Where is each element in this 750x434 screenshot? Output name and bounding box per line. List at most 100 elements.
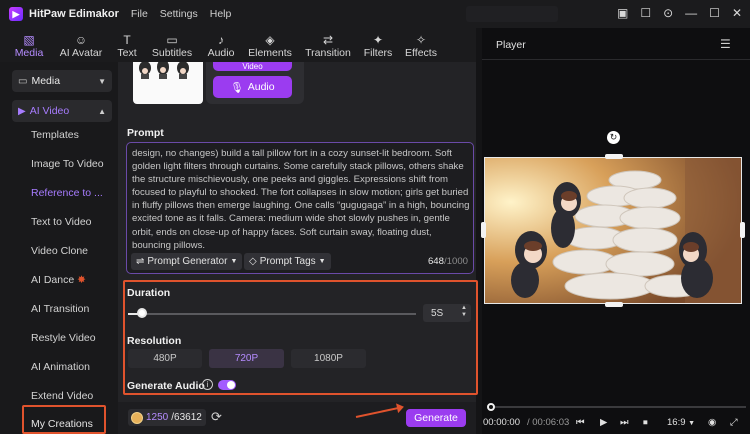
menu-settings[interactable]: Settings — [160, 8, 198, 20]
duration-title: Duration — [127, 287, 171, 299]
credits-badge: 1250/63612 — [128, 409, 206, 426]
snapshot-icon[interactable]: ◉ — [708, 417, 716, 428]
title-bar: ▶ HitPaw Edimakor File Settings Help ▣ ☐… — [0, 0, 750, 28]
resize-handle-top[interactable] — [605, 154, 623, 159]
prompt-title: Prompt — [127, 127, 164, 139]
tab-text[interactable]: T Text — [110, 33, 144, 62]
dance-icon: ✸ — [77, 274, 86, 286]
subtitles-icon: ▭ — [166, 33, 178, 47]
text-icon: T — [123, 33, 131, 47]
timeline-scrubber[interactable] — [490, 406, 746, 408]
sidebar-item-ai-dance[interactable]: AI Dance ✸ — [31, 274, 86, 286]
my-creations-highlight — [22, 405, 106, 434]
next-frame-icon[interactable]: ⏭ — [620, 417, 629, 428]
tab-transition[interactable]: ⇄ Transition — [298, 33, 358, 62]
previous-frame-icon[interactable]: ⏮ — [576, 417, 585, 428]
duration-slider[interactable] — [128, 313, 416, 315]
duration-stepper[interactable]: 5S ▲ ▼ — [423, 304, 471, 322]
sidebar-item-templates[interactable]: Templates — [31, 129, 79, 141]
tab-ai-avatar[interactable]: ☺ AI Avatar — [52, 33, 110, 62]
resize-handle-bottom[interactable] — [605, 302, 623, 307]
ai-video-icon: ▶ — [18, 105, 26, 117]
tab-audio[interactable]: ♪ Audio — [200, 33, 242, 62]
caret-down-icon: ▼ — [688, 420, 696, 427]
reference-image — [139, 59, 189, 79]
resolution-480p[interactable]: 480P — [128, 349, 202, 368]
tab-effects[interactable]: ✧ Effects — [398, 33, 444, 62]
prompt-text[interactable]: design, no changes) build a tall pillow … — [132, 147, 470, 252]
expand-icon[interactable]: ⤢ — [730, 417, 738, 428]
layout-icon[interactable]: ▣ — [617, 6, 628, 20]
media-icon: ▧ — [23, 33, 35, 47]
video-button[interactable]: Video — [213, 62, 292, 71]
close-icon[interactable]: ✕ — [732, 6, 742, 20]
generator-icon: ⇌ — [136, 256, 145, 267]
titlebar-blank-field — [466, 6, 558, 22]
tab-elements[interactable]: ◈ Elements — [242, 33, 298, 62]
sidebar-item-image-to-video[interactable]: Image To Video — [31, 158, 104, 170]
caret-down-icon: ▼ — [98, 76, 106, 86]
media-icon: ▭ — [18, 75, 28, 87]
player-title: Player — [496, 39, 526, 51]
resolution-1080p[interactable]: 1080P — [291, 349, 366, 368]
feedback-icon[interactable]: ☐ — [640, 6, 651, 20]
info-icon[interactable]: i — [202, 379, 213, 390]
generate-audio-toggle[interactable] — [218, 380, 236, 390]
tag-icon: ◇ — [249, 256, 257, 267]
filters-icon: ✦ — [372, 33, 384, 47]
playhead-handle[interactable] — [487, 403, 495, 411]
sidebar-group-ai-video[interactable]: ▶ AI Video ▲ — [12, 100, 112, 122]
app-name: HitPaw Edimakor — [29, 8, 119, 20]
tool-tabs: ▧ Media ☺ AI Avatar T Text ▭ Subtitles ♪ Audi… — [0, 28, 476, 62]
menu-help[interactable]: Help — [210, 8, 232, 20]
character-count: 648/1000 — [427, 256, 468, 267]
resize-handle-left[interactable] — [481, 222, 486, 238]
sidebar-item-extend-video[interactable]: Extend Video — [31, 390, 93, 402]
fullscreen-play-icon[interactable]: ⏹ — [643, 417, 648, 428]
sidebar-item-text-to-video[interactable]: Text to Video — [31, 216, 92, 228]
preview-frame — [485, 158, 741, 303]
resolution-title: Resolution — [127, 335, 182, 347]
transition-icon: ⇄ — [322, 33, 334, 47]
sidebar-group-media[interactable]: ▭ Media ▼ — [12, 70, 112, 92]
minimize-icon[interactable]: — — [685, 6, 697, 20]
prompt-generator-dropdown[interactable]: ⇌ Prompt Generator ▼ — [131, 253, 243, 270]
download-icon[interactable]: ⊙ — [663, 6, 673, 20]
sidebar-item-restyle-video[interactable]: Restyle Video — [31, 332, 96, 344]
app-logo-icon: ▶ — [9, 7, 23, 21]
coin-icon — [131, 411, 143, 424]
menu-icon[interactable]: ☰ — [720, 37, 731, 51]
audio-icon: ♪ — [218, 33, 224, 47]
prompt-input[interactable]: design, no changes) build a tall pillow … — [126, 142, 474, 274]
tab-filters[interactable]: ✦ Filters — [358, 33, 398, 62]
audio-button[interactable]: 🎙 Audio — [213, 76, 292, 98]
aspect-ratio-dropdown[interactable]: 16:9 ▼ — [667, 417, 695, 428]
tab-subtitles[interactable]: ▭ Subtitles — [144, 33, 200, 62]
caret-up-icon: ▲ — [98, 106, 106, 116]
generate-audio-label: Generate Audio — [127, 380, 205, 392]
play-icon[interactable]: ▶ — [600, 417, 607, 428]
microphone-icon: 🎙 — [230, 81, 244, 94]
tab-media[interactable]: ▧ Media — [6, 33, 52, 62]
sidebar-item-ai-transition[interactable]: AI Transition — [31, 303, 89, 315]
generate-button[interactable]: Generate — [406, 409, 466, 427]
caret-down-icon: ▼ — [230, 258, 238, 265]
sidebar-item-reference-to[interactable]: Reference to ... — [31, 187, 103, 199]
resolution-720p[interactable]: 720P — [209, 349, 284, 368]
rotate-icon[interactable]: ↻ — [607, 131, 620, 144]
effects-icon: ✧ — [415, 33, 427, 47]
caret-down-icon: ▼ — [318, 258, 326, 265]
total-time: / 00:06:03 — [527, 417, 570, 428]
elements-icon: ◈ — [265, 33, 275, 47]
sidebar-item-ai-animation[interactable]: AI Animation — [31, 361, 90, 373]
refresh-icon[interactable]: ⟳ — [211, 409, 222, 425]
maximize-icon[interactable]: ☐ — [709, 6, 720, 20]
sidebar-item-video-clone[interactable]: Video Clone — [31, 245, 88, 257]
resize-handle-right[interactable] — [740, 222, 745, 238]
video-preview[interactable] — [484, 157, 742, 304]
menu-file[interactable]: File — [131, 8, 148, 20]
current-time: 00:00:00 — [483, 417, 520, 428]
stepper-arrows-icon[interactable]: ▲ ▼ — [461, 305, 467, 319]
reference-image-thumbnail[interactable] — [133, 59, 203, 104]
prompt-tags-dropdown[interactable]: ◇ Prompt Tags ▼ — [244, 253, 331, 270]
